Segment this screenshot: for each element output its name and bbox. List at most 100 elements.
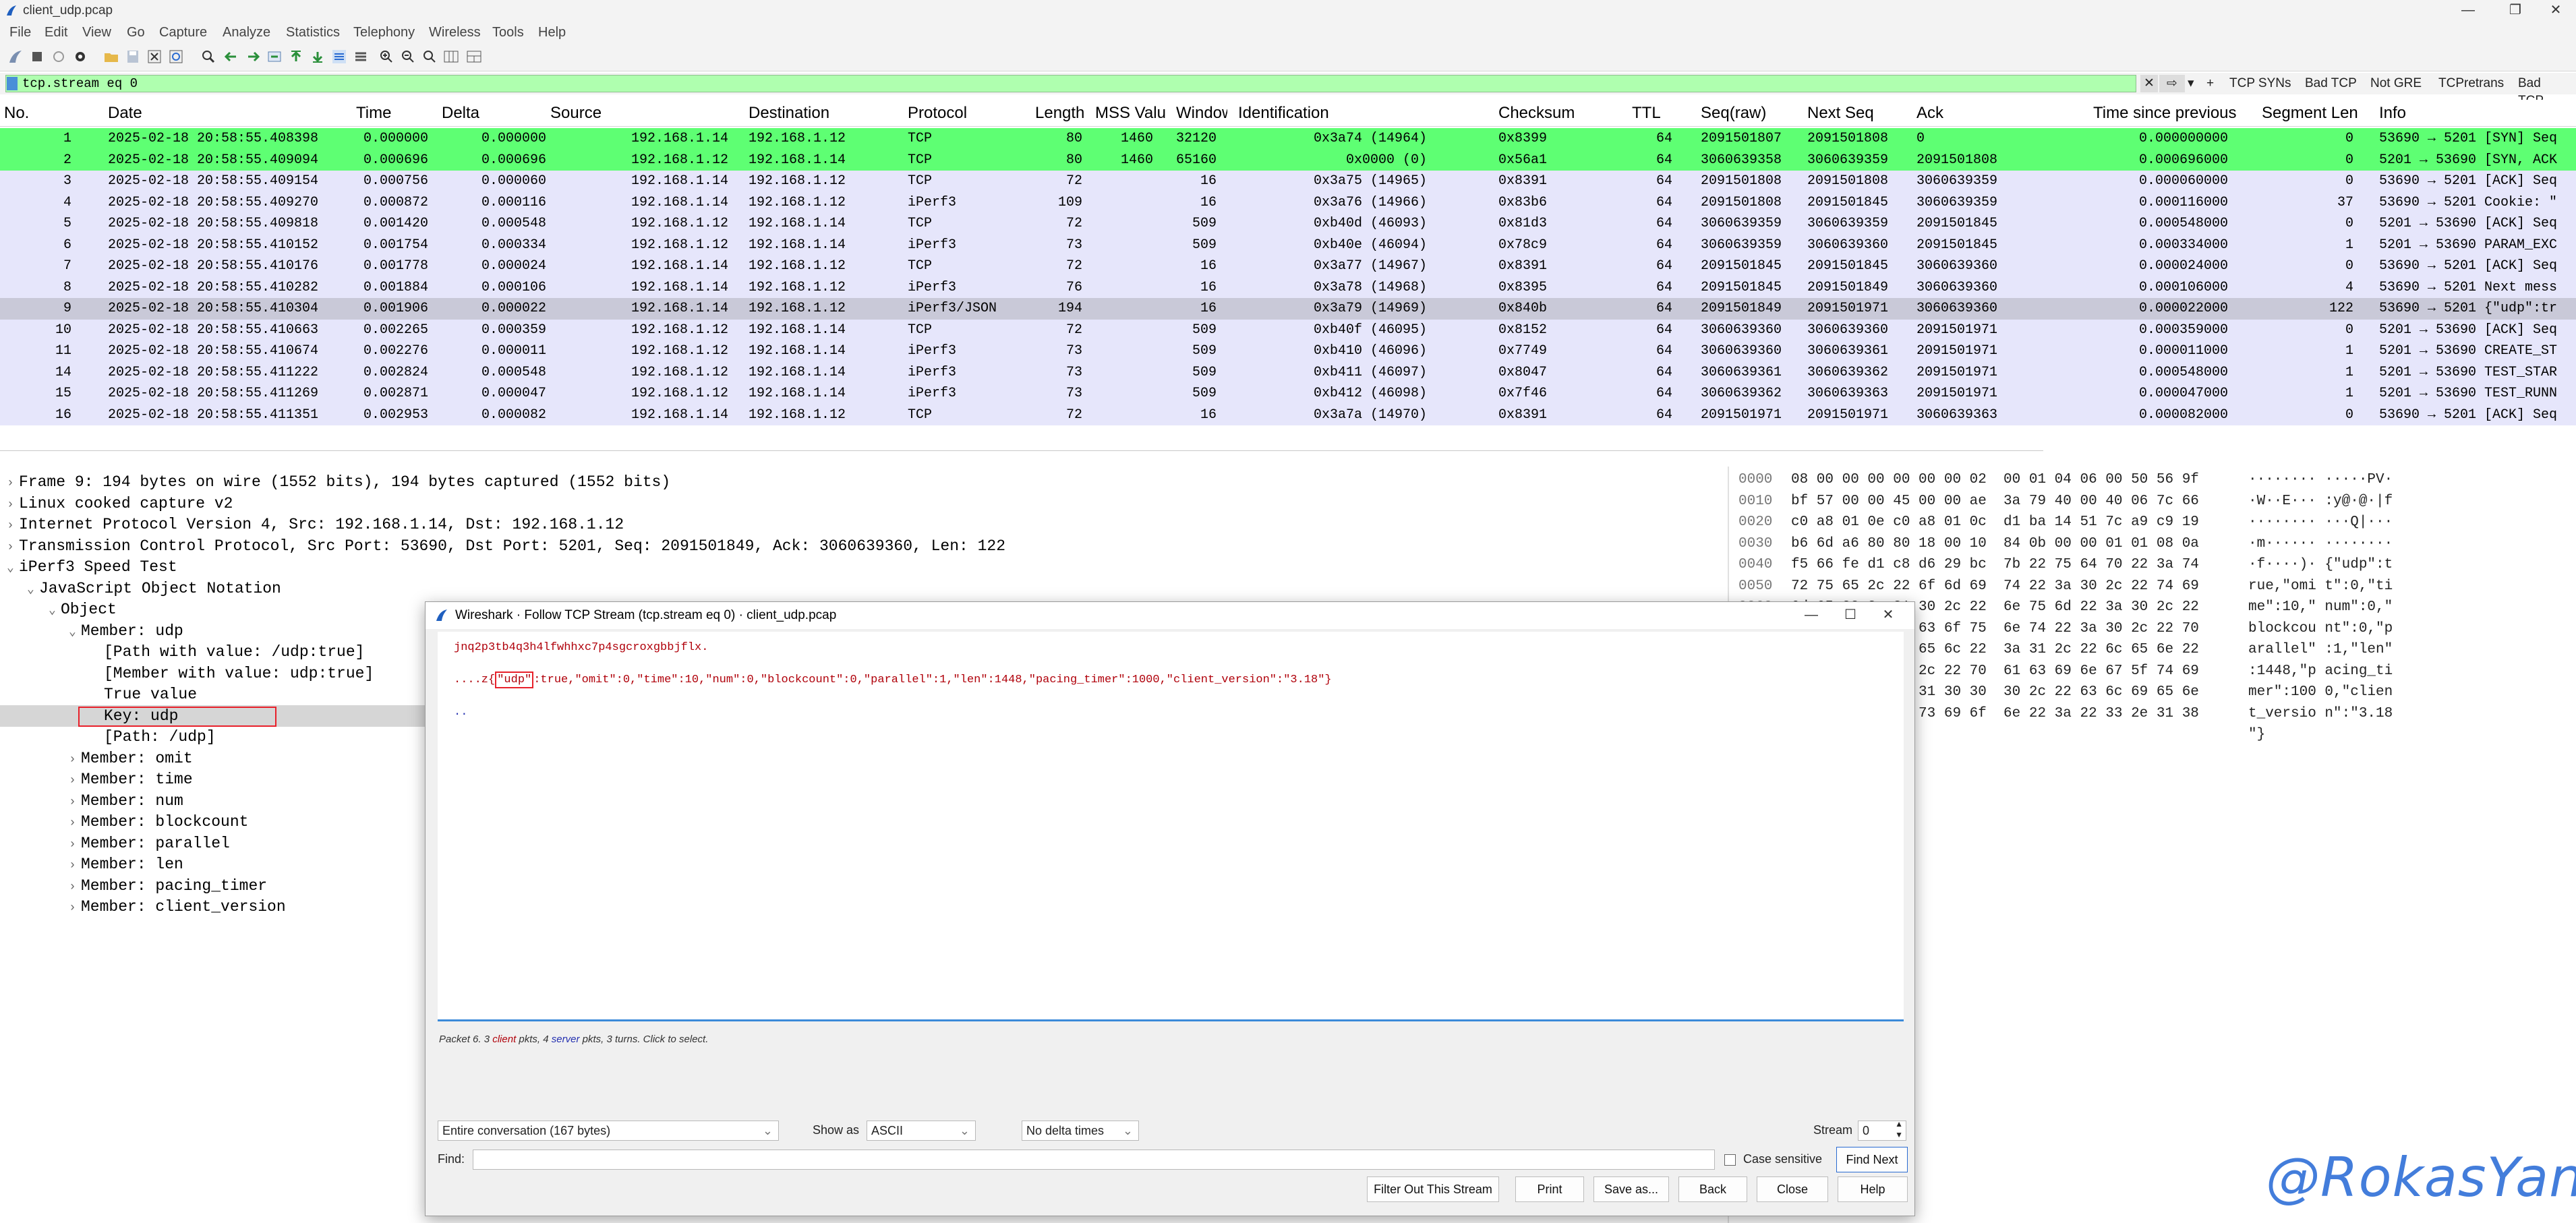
pane-splitter[interactable] <box>0 450 2043 454</box>
save-file-icon[interactable] <box>124 48 142 65</box>
spin-arrows-icon[interactable]: ▲ ▼ <box>1895 1118 1903 1140</box>
bytes-ascii[interactable]: ········ ·····PV· <box>2248 469 2393 490</box>
column-header[interactable]: MSS Valu <box>1095 100 1172 127</box>
menu-file[interactable]: File <box>9 22 31 43</box>
column-header[interactable]: Date <box>108 100 344 127</box>
colorize-icon[interactable] <box>352 48 370 65</box>
find-input[interactable] <box>473 1150 1715 1170</box>
find-next-button[interactable]: Find Next <box>1836 1147 1908 1172</box>
auto-scroll-icon[interactable] <box>330 48 348 65</box>
clear-filter-icon[interactable]: ✕ <box>2140 75 2158 92</box>
bytes-hex[interactable]: 72 75 65 2c 22 6f 6d 69 74 22 3a 30 2c 2… <box>1791 576 2199 597</box>
bytes-ascii[interactable]: "} <box>2248 724 2265 745</box>
filter-out-stream-button[interactable]: Filter Out This Stream <box>1367 1176 1499 1202</box>
stream-number-spinbox[interactable]: 0 ▲ ▼ <box>1858 1118 1906 1141</box>
menu-telephony[interactable]: Telephony <box>353 22 415 43</box>
column-header[interactable]: Checksum <box>1498 100 1620 127</box>
display-filter-input[interactable]: tcp.stream eq 0 <box>5 75 2136 92</box>
column-header[interactable]: TTL <box>1632 100 1679 127</box>
tree-item-member[interactable]: › Member: num <box>69 791 183 812</box>
packet-row[interactable]: 16 2025-02-18 20:58:55.411351 0.002953 0.00… <box>0 404 2576 425</box>
tree-item-member[interactable]: › Member: time <box>69 769 193 790</box>
zoom-in-icon[interactable] <box>378 48 395 65</box>
help-button[interactable]: Help <box>1838 1176 1908 1202</box>
column-header[interactable]: Segment Len <box>2262 100 2367 127</box>
tree-item-member[interactable]: › Member: pacing_timer <box>69 876 267 897</box>
tree-item-path-with-value[interactable]: [Path with value: /udp:true] <box>104 642 364 663</box>
bytes-ascii[interactable]: ········ ···Q|··· <box>2248 512 2393 533</box>
layout-icon[interactable] <box>465 48 483 65</box>
menu-go[interactable]: Go <box>127 22 145 43</box>
tree-item-true-value[interactable]: True value <box>104 684 197 705</box>
tree-item-member[interactable]: › Member: client_version <box>69 897 286 918</box>
menu-view[interactable]: View <box>82 22 111 43</box>
tree-item-iperf3[interactable]: ⌄ iPerf3 Speed Test <box>7 557 177 578</box>
apply-filter-icon[interactable]: ⇨ <box>2159 75 2185 92</box>
tree-item-member-with-value[interactable]: [Member with value: udp:true] <box>104 663 374 684</box>
resize-columns-icon[interactable] <box>442 48 460 65</box>
go-back-icon[interactable] <box>223 48 240 65</box>
column-header[interactable]: Source <box>550 100 739 127</box>
column-header[interactable]: Time since previous <box>2093 100 2246 127</box>
close-button[interactable]: Close <box>1757 1176 1828 1202</box>
bytes-hex[interactable]: bf 57 00 00 45 00 00 ae 3a 79 40 00 40 0… <box>1791 491 2199 512</box>
tree-item-tcp[interactable]: › Transmission Control Protocol, Src Port… <box>7 536 1005 557</box>
tree-item-object[interactable]: ⌄ Object <box>49 599 117 620</box>
packet-row[interactable]: 3 2025-02-18 20:58:55.409154 0.000756 0.000… <box>0 171 2576 192</box>
column-header[interactable]: Seq(raw) <box>1701 100 1802 127</box>
bytes-ascii[interactable]: ·W··E··· :y@·@·|f <box>2248 491 2393 512</box>
restart-capture-icon[interactable] <box>50 48 67 65</box>
filter-dropdown-icon[interactable]: ▾ <box>2188 75 2194 92</box>
close-file-icon[interactable] <box>146 48 163 65</box>
filter-bookmark-icon[interactable] <box>7 77 18 90</box>
tree-item-path[interactable]: [Path: /udp] <box>104 727 216 748</box>
tree-item-ipv4[interactable]: › Internet Protocol Version 4, Src: 192.1… <box>7 514 624 535</box>
packet-row[interactable]: 11 2025-02-18 20:58:55.410674 0.002276 0.00… <box>0 340 2576 362</box>
go-forward-icon[interactable] <box>244 48 262 65</box>
tree-item-member[interactable]: › Member: blockcount <box>69 812 248 833</box>
packet-row[interactable]: 7 2025-02-18 20:58:55.410176 0.001778 0.000… <box>0 256 2576 277</box>
column-header[interactable]: Protocol <box>908 100 1029 127</box>
bytes-ascii[interactable]: mer":100 0,"clien <box>2248 682 2393 703</box>
close-window-button[interactable]: ✕ <box>2536 0 2576 22</box>
filter-button-not-gre[interactable]: Not GRE <box>2370 75 2422 92</box>
open-file-icon[interactable] <box>103 48 120 65</box>
tree-item-frame[interactable]: › Frame 9: 194 bytes on wire (1552 bits),… <box>7 472 670 493</box>
column-header[interactable]: Identification <box>1238 100 1440 127</box>
column-header[interactable]: Ack <box>1916 100 2085 127</box>
back-button[interactable]: Back <box>1678 1176 1747 1202</box>
stop-capture-icon[interactable] <box>28 48 46 65</box>
packet-row[interactable]: 8 2025-02-18 20:58:55.410282 0.001884 0.000… <box>0 276 2576 298</box>
menu-capture[interactable]: Capture <box>159 22 207 43</box>
packet-row[interactable]: 14 2025-02-18 20:58:55.411222 0.002824 0.00… <box>0 361 2576 383</box>
dialog-minimize-button[interactable]: — <box>1792 602 1831 629</box>
bytes-ascii[interactable]: blockcou nt":0,"p <box>2248 618 2393 639</box>
add-filter-button[interactable]: + <box>2206 75 2214 92</box>
packet-row[interactable]: 4 2025-02-18 20:58:55.409270 0.000872 0.000… <box>0 191 2576 213</box>
bytes-hex[interactable]: f5 66 fe d1 c8 d6 29 bc 7b 22 75 64 70 2… <box>1791 554 2199 575</box>
save-as-button[interactable]: Save as... <box>1593 1176 1669 1202</box>
menu-edit[interactable]: Edit <box>45 22 67 43</box>
tree-item-member[interactable]: › Member: omit <box>69 748 193 769</box>
filter-button-bad-tcp[interactable]: Bad TCP <box>2305 75 2357 92</box>
column-header[interactable]: Time <box>356 100 437 127</box>
filter-button-bad-tcp-2[interactable]: Bad TCP_ <box>2518 75 2576 108</box>
tree-item-member[interactable]: › Member: parallel <box>69 833 230 854</box>
tree-item-json[interactable]: ⌄ JavaScript Object Notation <box>27 578 281 599</box>
bytes-ascii[interactable]: :1448,"p acing_ti <box>2248 661 2393 682</box>
packet-row[interactable]: 5 2025-02-18 20:58:55.409818 0.001420 0.000… <box>0 213 2576 235</box>
packet-row[interactable]: 15 2025-02-18 20:58:55.411269 0.002871 0.00… <box>0 383 2576 405</box>
show-as-select[interactable]: ASCII ⌄ <box>867 1121 976 1141</box>
packet-row[interactable]: 1 2025-02-18 20:58:55.408398 0.000000 0.000… <box>0 128 2576 150</box>
conversation-select[interactable]: Entire conversation (167 bytes) ⌄ <box>438 1121 779 1141</box>
bytes-ascii[interactable]: ·f····)· {"udp":t <box>2248 554 2393 575</box>
bytes-ascii[interactable]: ·m······ ········ <box>2248 533 2393 554</box>
column-header[interactable]: Next Seq <box>1807 100 1908 127</box>
column-header[interactable]: No. <box>4 100 71 127</box>
go-last-packet-icon[interactable] <box>309 48 326 65</box>
go-to-packet-icon[interactable] <box>266 48 283 65</box>
column-header[interactable]: Delta <box>442 100 543 127</box>
filter-button-tcpretrans[interactable]: TCPretrans <box>2438 75 2504 92</box>
zoom-out-icon[interactable] <box>399 48 417 65</box>
find-packet-icon[interactable] <box>200 48 217 65</box>
